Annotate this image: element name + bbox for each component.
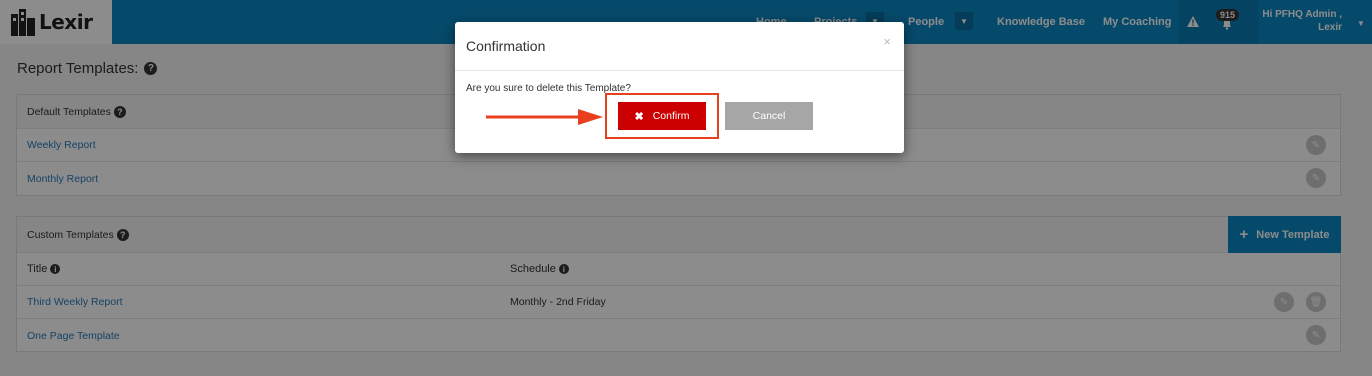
dialog-header: Confirmation × (455, 22, 904, 71)
close-icon[interactable]: × (883, 34, 891, 49)
dialog-title: Confirmation (466, 38, 546, 54)
annotation-highlight-box (605, 93, 719, 139)
cancel-button[interactable]: Cancel (725, 102, 813, 130)
annotation-arrow-icon (486, 109, 603, 125)
cancel-label: Cancel (752, 110, 786, 122)
